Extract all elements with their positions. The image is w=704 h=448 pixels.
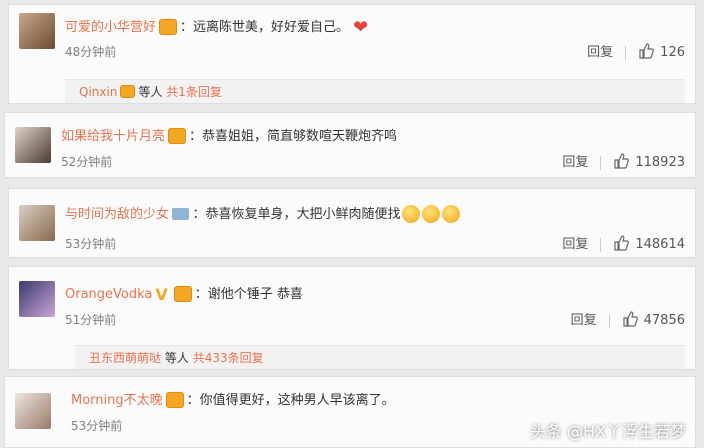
laughing-emoji-icon xyxy=(422,204,441,223)
vip-badge-icon xyxy=(168,127,187,144)
divider xyxy=(625,45,627,60)
thumbs-up-icon xyxy=(639,42,655,59)
comment-text: ：恭喜姐姐，简直够数喧天鞭炮齐鸣 xyxy=(189,129,398,144)
like-count: 47856 xyxy=(643,313,685,328)
username[interactable]: 可爱的小华营好 xyxy=(65,20,156,35)
avatar[interactable] xyxy=(19,205,55,241)
fan-badge-icon xyxy=(172,207,190,220)
thumbs-up-icon xyxy=(614,234,630,251)
laughing-emoji-icon xyxy=(442,204,461,223)
divider xyxy=(600,155,602,170)
comment-text: ：你值得更好，这种男人早该离了。 xyxy=(186,393,395,408)
reply-button[interactable]: 回复 xyxy=(571,313,597,328)
comment-actions: 回复 118923 xyxy=(562,151,685,171)
reply-button[interactable]: 回复 xyxy=(562,155,588,170)
username[interactable]: 如果给我十片月亮 xyxy=(61,129,165,144)
vip-badge-icon xyxy=(173,285,192,302)
username[interactable]: OrangeVodka xyxy=(65,287,152,302)
comment-actions: 回复 148614 xyxy=(562,233,685,253)
laughing-emoji-icon xyxy=(402,204,421,223)
comment-time: 53分钟前 xyxy=(65,237,117,251)
subreply-count[interactable]: 共433条回复 xyxy=(193,351,264,365)
comment-time: 52分钟前 xyxy=(61,155,113,169)
comment-card: 如果给我十片月亮 ：恭喜姐姐，简直够数喧天鞭炮齐鸣 52分钟前 回复 118923 xyxy=(4,112,696,178)
subreply-user[interactable]: Qinxin xyxy=(79,85,117,99)
subreply-mid: 等人 xyxy=(138,85,163,99)
comment-text: ：恭喜恢复单身，大把小鲜肉随便找 xyxy=(192,207,401,222)
like-count: 126 xyxy=(660,45,685,60)
comment-actions: 回复 126 xyxy=(587,41,685,61)
comment-card: OrangeVodka V ：谢他个锤子 恭喜 51分钟前 回复 47856 丑东西萌… xyxy=(8,266,696,370)
vip-badge-icon xyxy=(159,18,178,35)
comment-text: ：谢他个锤子 恭喜 xyxy=(194,287,303,302)
comment-line: 可爱的小华营好 ：远离陈世美，好好爱自己。 ❤ xyxy=(65,16,368,38)
like-button[interactable]: 148614 xyxy=(613,234,685,252)
like-button[interactable]: 47856 xyxy=(622,310,685,328)
divider xyxy=(608,313,610,328)
subreply-bar[interactable]: Qinxin 等人 共1条回复 xyxy=(65,79,685,103)
divider xyxy=(600,237,602,252)
thumbs-up-icon xyxy=(614,152,630,169)
comment-text: ：远离陈世美，好好爱自己。 xyxy=(180,20,350,35)
comment-line: 与时间为敌的少女 ：恭喜恢复单身，大把小鲜肉随便找 xyxy=(65,203,461,224)
watermark: 头条 @HX丫浮生若梦 xyxy=(529,422,686,441)
reply-button[interactable]: 回复 xyxy=(562,237,588,252)
heart-icon: ❤ xyxy=(353,17,369,38)
comment-card: 可爱的小华营好 ：远离陈世美，好好爱自己。 ❤ 48分钟前 回复 126 Qinxi… xyxy=(8,4,696,104)
thumbs-up-icon xyxy=(623,310,638,327)
vip-badge-icon xyxy=(165,391,184,408)
like-count: 118923 xyxy=(635,155,685,170)
avatar[interactable] xyxy=(15,127,51,163)
like-button[interactable]: 118923 xyxy=(613,152,685,170)
subreply-bar[interactable]: 丑东西萌萌哒 等人 共433条回复 xyxy=(75,345,685,369)
username[interactable]: Morning不太晚 xyxy=(71,393,163,408)
comment-line: Morning不太晚 ：你值得更好，这种男人早该离了。 xyxy=(71,389,395,409)
vip-badge-icon xyxy=(120,85,136,98)
verified-v-icon: V xyxy=(155,285,168,304)
comment-time: 48分钟前 xyxy=(65,45,117,59)
reply-button[interactable]: 回复 xyxy=(587,45,613,60)
comment-line: OrangeVodka V ：谢他个锤子 恭喜 xyxy=(65,283,303,304)
like-count: 148614 xyxy=(635,237,685,252)
subreply-user[interactable]: 丑东西萌萌哒 xyxy=(89,351,161,365)
avatar[interactable] xyxy=(15,393,51,429)
avatar[interactable] xyxy=(19,13,55,49)
subreply-mid: 等人 xyxy=(164,351,189,365)
comment-card: 与时间为敌的少女 ：恭喜恢复单身，大把小鲜肉随便找 53分钟前 回复 148614 xyxy=(8,188,696,258)
like-button[interactable]: 126 xyxy=(638,42,685,60)
comment-actions: 回复 47856 xyxy=(571,309,685,329)
username[interactable]: 与时间为敌的少女 xyxy=(65,207,169,222)
subreply-count[interactable]: 共1条回复 xyxy=(166,85,222,99)
comment-line: 如果给我十片月亮 ：恭喜姐姐，简直够数喧天鞭炮齐鸣 xyxy=(61,125,397,145)
comment-time: 53分钟前 xyxy=(71,419,123,433)
avatar[interactable] xyxy=(19,281,55,317)
comment-time: 51分钟前 xyxy=(65,313,117,327)
